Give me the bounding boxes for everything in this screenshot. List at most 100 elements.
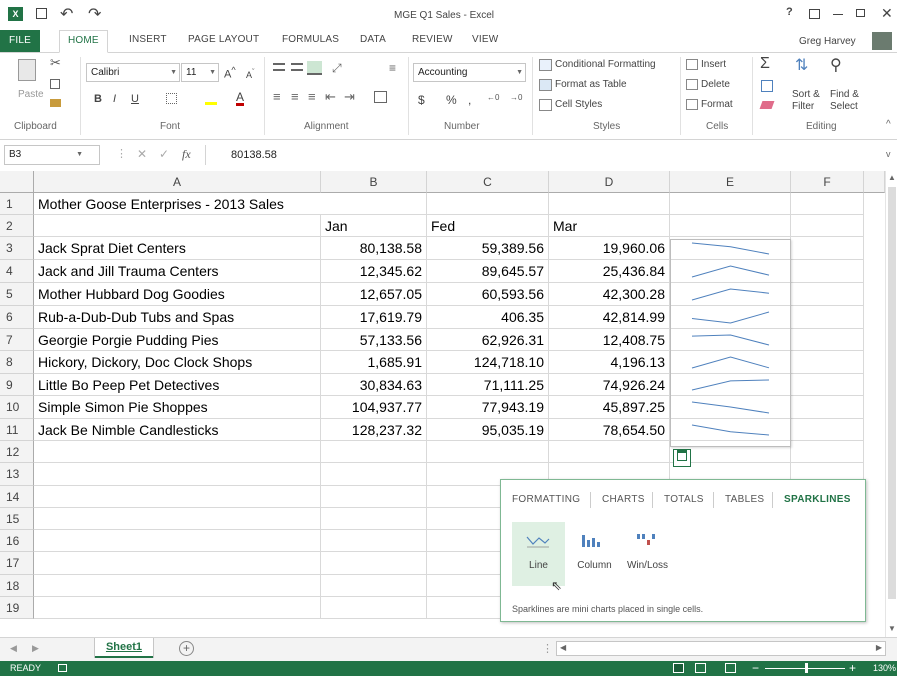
select-all-corner[interactable] — [0, 171, 34, 193]
row-header[interactable]: 19 — [0, 597, 34, 619]
cell-a16[interactable] — [34, 530, 321, 552]
cut-icon[interactable]: ✂ — [50, 55, 61, 71]
row-header[interactable]: 8 — [0, 351, 34, 374]
expand-formula-icon[interactable]: v — [886, 149, 891, 159]
column-header-c[interactable]: C — [427, 171, 549, 193]
cell-c4[interactable]: 89,645.57 — [427, 260, 549, 283]
cell-c5[interactable]: 60,593.56 — [427, 283, 549, 306]
row-header[interactable]: 6 — [0, 306, 34, 329]
normal-view-icon[interactable] — [673, 663, 684, 673]
row-header[interactable]: 10 — [0, 396, 34, 419]
cell-b17[interactable] — [321, 552, 427, 575]
zoom-slider-thumb[interactable] — [805, 663, 808, 673]
italic-button[interactable]: I — [113, 93, 116, 105]
center-icon[interactable]: ≡ — [291, 89, 299, 104]
cell-c9[interactable]: 71,111.25 — [427, 374, 549, 396]
page-break-view-icon[interactable] — [725, 663, 736, 673]
quick-analysis-button[interactable] — [673, 449, 691, 467]
find-select-label-2[interactable]: Select — [830, 101, 858, 112]
next-sheet-icon[interactable]: ▶ — [32, 643, 39, 654]
conditional-formatting-button[interactable]: Conditional Formatting — [555, 59, 656, 70]
row-header[interactable]: 18 — [0, 575, 34, 597]
sparkline-column-option[interactable]: Column — [568, 522, 621, 586]
save-icon[interactable] — [36, 8, 47, 19]
font-name-combo[interactable]: Calibri ▼ — [86, 63, 180, 82]
cell-c12[interactable] — [427, 441, 549, 463]
cell-b15[interactable] — [321, 508, 427, 530]
increase-indent-icon[interactable]: ⇥ — [344, 89, 355, 105]
cell-a18[interactable] — [34, 575, 321, 597]
cell-d3[interactable]: 19,960.06 — [549, 237, 670, 260]
cell-d8[interactable]: 4,196.13 — [549, 351, 670, 374]
close-icon[interactable]: ✕ — [881, 5, 893, 22]
cell-c2[interactable]: Fed — [427, 215, 549, 237]
macro-record-icon[interactable] — [58, 664, 67, 672]
delete-cells-button[interactable]: Delete — [701, 79, 730, 90]
row-header[interactable]: 1 — [0, 193, 34, 215]
zoom-out-icon[interactable]: − — [752, 661, 759, 675]
cell-d10[interactable]: 45,897.25 — [549, 396, 670, 419]
row-header[interactable]: 15 — [0, 508, 34, 530]
cell-d11[interactable]: 78,654.50 — [549, 419, 670, 441]
tab-page-layout[interactable]: PAGE LAYOUT — [188, 34, 259, 45]
column-header-b[interactable]: B — [321, 171, 427, 193]
cell-b18[interactable] — [321, 575, 427, 597]
cell-c8[interactable]: 124,718.10 — [427, 351, 549, 374]
decrease-indent-icon[interactable]: ⇤ — [325, 89, 336, 105]
paste-button[interactable]: Paste — [18, 89, 44, 100]
merge-center-icon[interactable] — [374, 91, 387, 103]
cell-b4[interactable]: 12,345.62 — [321, 260, 427, 283]
cell-f12[interactable] — [791, 441, 864, 463]
user-name[interactable]: Greg Harvey — [799, 36, 856, 47]
cell-d1[interactable] — [549, 193, 670, 215]
cell-d7[interactable]: 12,408.75 — [549, 329, 670, 351]
scroll-thumb[interactable] — [888, 187, 896, 599]
borders-icon[interactable] — [166, 93, 177, 104]
minimize-icon[interactable] — [833, 14, 843, 15]
scroll-right-icon[interactable]: ▶ — [876, 643, 882, 652]
binoculars-icon[interactable]: ⚲ — [830, 55, 842, 75]
clear-icon[interactable] — [759, 101, 775, 109]
cell-a12[interactable] — [34, 441, 321, 463]
cell-b14[interactable] — [321, 486, 427, 508]
cell-a10[interactable]: Simple Simon Pie Shoppes — [34, 396, 321, 419]
format-painter-icon[interactable] — [50, 99, 61, 107]
qa-tab-formatting[interactable]: FORMATTING — [512, 494, 580, 505]
cell-f8[interactable] — [791, 351, 864, 374]
format-cells-icon[interactable] — [686, 99, 698, 110]
undo-icon[interactable]: ↶ — [60, 4, 73, 24]
cell-d6[interactable]: 42,814.99 — [549, 306, 670, 329]
row-header[interactable]: 4 — [0, 260, 34, 283]
cell-a5[interactable]: Mother Hubbard Dog Goodies — [34, 283, 321, 306]
wrap-text-icon[interactable]: ≡ — [389, 61, 396, 75]
zoom-in-icon[interactable]: + — [849, 661, 856, 675]
cell-a3[interactable]: Jack Sprat Diet Centers — [34, 237, 321, 260]
align-right-icon[interactable]: ≡ — [308, 89, 316, 104]
increase-decimal-icon[interactable]: ←0 — [487, 93, 499, 102]
row-header[interactable]: 5 — [0, 283, 34, 306]
row-header[interactable]: 2 — [0, 215, 34, 237]
cell-a8[interactable]: Hickory, Dickory, Doc Clock Shops — [34, 351, 321, 374]
tab-review[interactable]: REVIEW — [412, 34, 453, 45]
cell-a13[interactable] — [34, 463, 321, 486]
cell-a14[interactable] — [34, 486, 321, 508]
bold-button[interactable]: B — [94, 93, 102, 105]
cell-a2[interactable] — [34, 215, 321, 237]
underline-button[interactable]: U — [131, 93, 139, 105]
align-left-icon[interactable]: ≡ — [273, 89, 281, 104]
sparkline-line-option[interactable]: Line — [512, 522, 565, 586]
currency-button[interactable]: $ — [418, 93, 425, 107]
tab-view[interactable]: VIEW — [472, 34, 498, 45]
cell-b11[interactable]: 128,237.32 — [321, 419, 427, 441]
cell-b13[interactable] — [321, 463, 427, 486]
formula-input[interactable]: 80138.58 — [205, 145, 885, 165]
collapse-ribbon-icon[interactable]: ^ — [886, 119, 891, 130]
tab-home[interactable]: HOME — [59, 30, 108, 53]
align-middle-icon[interactable] — [291, 63, 303, 71]
cell-b12[interactable] — [321, 441, 427, 463]
tab-data[interactable]: DATA — [360, 34, 386, 45]
cell-a7[interactable]: Georgie Porgie Pudding Pies — [34, 329, 321, 351]
row-header[interactable]: 14 — [0, 486, 34, 508]
cell-styles-icon[interactable] — [539, 99, 552, 111]
cell-f10[interactable] — [791, 396, 864, 419]
